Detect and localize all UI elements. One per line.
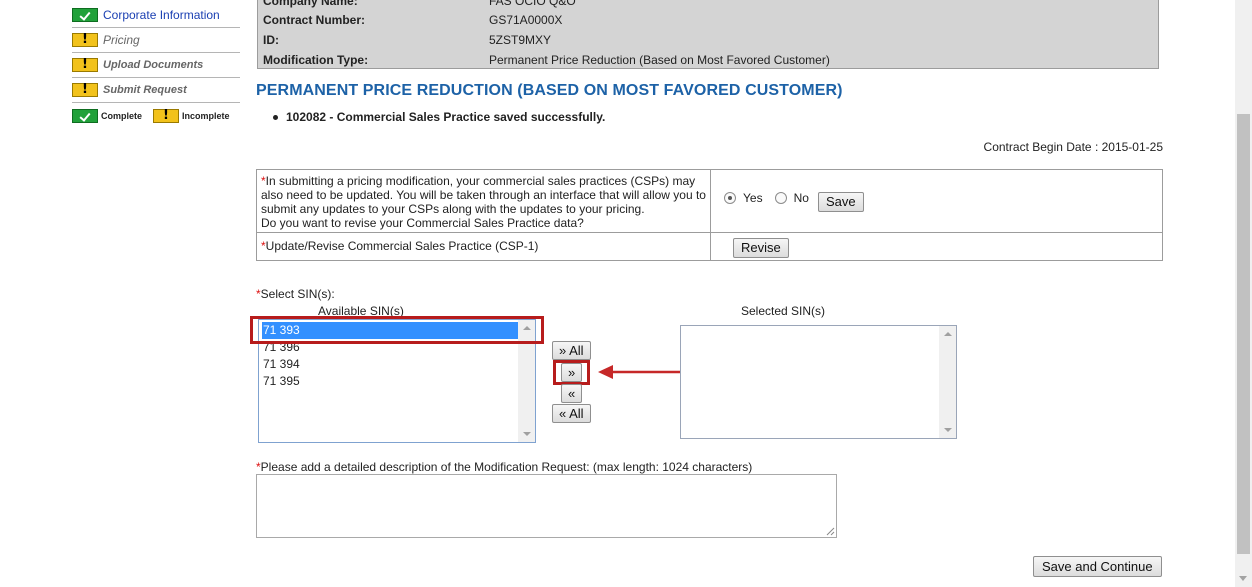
revise-csp-radio-group: Yes No — [724, 191, 809, 205]
contract-begin-date: Contract Begin Date : 2015-01-25 — [983, 140, 1163, 154]
csp-save-button[interactable]: Save — [818, 192, 864, 212]
modification-type-value: Permanent Price Reduction (Based on Most… — [489, 53, 830, 67]
sidebar-item-label[interactable]: Upload Documents — [103, 59, 203, 71]
select-sin-text: Select SIN(s): — [260, 287, 335, 301]
legend-incomplete-label: Incomplete — [182, 111, 230, 121]
check-icon — [72, 109, 98, 123]
revise-button[interactable]: Revise — [733, 238, 789, 258]
warning-icon — [72, 32, 98, 47]
csp-table: *In submitting a pricing modification, y… — [256, 169, 1163, 261]
save-and-continue-button[interactable]: Save and Continue — [1033, 556, 1162, 577]
list-item[interactable]: 71 395 — [262, 373, 519, 390]
warning-icon — [72, 82, 98, 97]
move-left-button[interactable]: « — [561, 384, 583, 403]
modification-type-label: Modification Type: — [263, 53, 369, 67]
scroll-up-icon[interactable] — [944, 332, 952, 336]
scroll-down-icon[interactable] — [1239, 576, 1247, 581]
legend-complete-label: Complete — [101, 111, 143, 121]
resize-handle-icon[interactable] — [826, 527, 835, 536]
warning-icon — [153, 108, 180, 123]
id-label: ID: — [263, 33, 279, 47]
sidebar-item-submit-request[interactable]: Submit Request — [72, 78, 240, 103]
page-title: PERMANENT PRICE REDUCTION (BASED ON MOST… — [256, 82, 843, 99]
success-message: 102082 - Commercial Sales Practice saved… — [272, 110, 606, 124]
listbox-scrollbar[interactable] — [939, 326, 956, 438]
move-all-left-button[interactable]: « All — [552, 404, 591, 423]
sidebar-item-upload-documents[interactable]: Upload Documents — [72, 53, 240, 78]
contract-number-value: GS71A0000X — [489, 13, 563, 27]
csp-update-text: Update/Revise Commercial Sales Practice … — [265, 239, 539, 253]
sidebar-item-corporate-information[interactable]: Corporate Information — [72, 3, 240, 28]
scroll-down-icon[interactable] — [523, 432, 531, 436]
move-all-right-button[interactable]: » All — [552, 341, 591, 360]
csp-update-label: *Update/Revise Commercial Sales Practice… — [261, 239, 538, 253]
scroll-down-icon[interactable] — [944, 428, 952, 432]
no-radio[interactable] — [774, 192, 787, 204]
csp-question-text: In submitting a pricing modification, yo… — [261, 174, 706, 216]
page-scrollbar[interactable] — [1235, 0, 1252, 587]
selected-sins-label: Selected SIN(s) — [741, 304, 826, 318]
csp-question-row: *In submitting a pricing modification, y… — [257, 170, 1162, 233]
check-icon — [72, 8, 98, 22]
description-textarea[interactable] — [256, 474, 837, 538]
sidebar-item-label[interactable]: Submit Request — [103, 84, 187, 96]
csp-question: *In submitting a pricing modification, y… — [261, 174, 707, 230]
warning-icon — [72, 57, 98, 72]
sidebar-item-pricing[interactable]: Pricing — [72, 28, 240, 53]
no-radio-label[interactable]: No — [794, 191, 809, 205]
contract-info-panel: Company Name: FAS OCIO Q&O Contract Numb… — [257, 0, 1159, 69]
select-sin-label: *Select SIN(s): — [256, 287, 335, 301]
status-legend: Complete Incomplete — [72, 108, 230, 123]
yes-radio[interactable] — [724, 192, 736, 204]
contract-number-label: Contract Number: — [263, 13, 366, 27]
list-item[interactable]: 71 394 — [262, 356, 519, 373]
csp-question-text-2: Do you want to revise your Commercial Sa… — [261, 216, 584, 230]
id-value: 5ZST9MXY — [489, 33, 552, 47]
yes-radio-label[interactable]: Yes — [743, 191, 763, 205]
csp-update-row: *Update/Revise Commercial Sales Practice… — [257, 233, 1162, 260]
highlight-box-available-item — [250, 316, 544, 344]
sidebar-item-label[interactable]: Corporate Information — [103, 8, 220, 22]
highlight-box-move-right — [553, 360, 590, 385]
description-label-text: Please add a detailed description of the… — [260, 460, 753, 474]
description-label: *Please add a detailed description of th… — [256, 460, 752, 474]
sidebar-item-label[interactable]: Pricing — [103, 33, 140, 47]
selected-sins-listbox[interactable] — [680, 325, 957, 439]
scrollbar-thumb[interactable] — [1237, 114, 1250, 554]
